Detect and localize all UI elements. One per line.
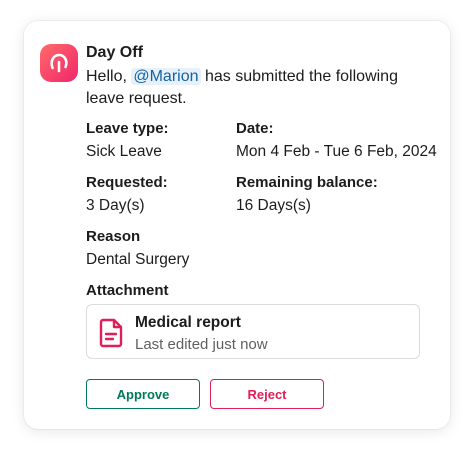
app-name[interactable]: Day Off: [86, 44, 143, 62]
date-value: Mon 4 Feb - Tue 6 Feb, 2024: [236, 143, 437, 160]
attachment-label: Attachment: [86, 282, 169, 299]
reason-label: Reason: [86, 228, 141, 245]
remaining-balance-value: 16 Days(s): [236, 197, 311, 214]
day-off-logo-icon[interactable]: [40, 44, 78, 82]
requested-label: Requested:: [86, 174, 168, 191]
requested-value: 3 Day(s): [86, 197, 145, 214]
leave-type-value: Sick Leave: [86, 143, 162, 160]
reason-value: Dental Surgery: [86, 251, 190, 268]
greeting: Hello,: [86, 68, 127, 85]
leave-type-label: Leave type:: [86, 120, 169, 137]
reject-button[interactable]: Reject: [210, 379, 324, 409]
user-mention[interactable]: @Marion: [131, 68, 201, 85]
attachment-title[interactable]: Medical report: [135, 314, 241, 332]
leave-request-card: Day Off Hello, @Marion has submitted the…: [24, 21, 450, 429]
document-icon: [99, 318, 123, 348]
attachment-subtitle: Last edited just now: [135, 336, 268, 353]
remaining-balance-label: Remaining balance:: [236, 174, 378, 191]
date-label: Date:: [236, 120, 274, 137]
approve-button[interactable]: Approve: [86, 379, 200, 409]
attachment-file[interactable]: Medical report Last edited just now: [86, 304, 420, 359]
message-text: Hello, @Marion has submitted the followi…: [86, 66, 436, 110]
